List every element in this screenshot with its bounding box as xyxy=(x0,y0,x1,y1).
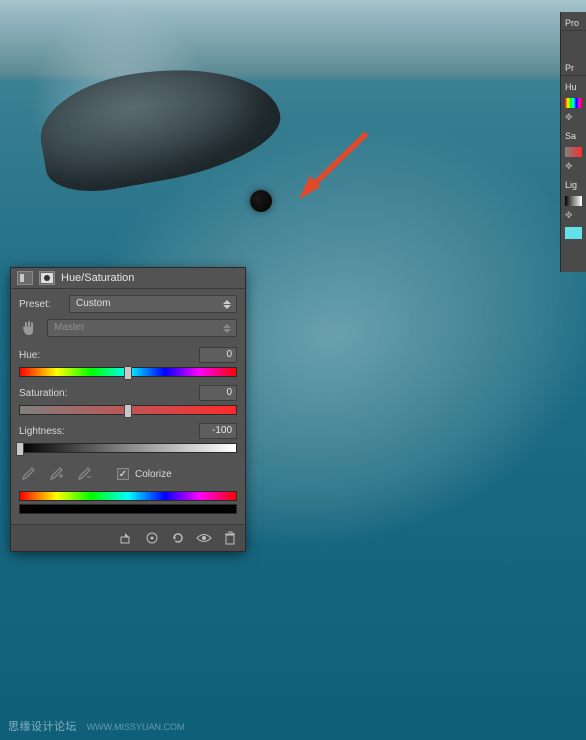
sat-mini-slider[interactable] xyxy=(565,147,582,157)
targeted-adjustment-icon[interactable]: ✥ xyxy=(561,159,586,174)
hue-mini-label: Hu xyxy=(561,76,586,94)
panel-title: Hue/Saturation xyxy=(61,272,134,284)
trash-icon[interactable] xyxy=(221,529,239,547)
shark-eye xyxy=(250,190,272,212)
panel-tab[interactable]: Pro xyxy=(561,12,586,31)
channel-value: Master xyxy=(54,322,85,333)
watermark-url: WWW.MISSYUAN.COM xyxy=(87,722,185,732)
annotation-arrow-icon xyxy=(290,120,380,210)
lightness-label: Lightness: xyxy=(19,426,65,437)
saturation-input[interactable]: 0 xyxy=(199,385,237,401)
eyedropper-minus-icon[interactable] xyxy=(75,465,93,483)
preset-row: Preset: Custom xyxy=(19,295,237,313)
visibility-icon[interactable] xyxy=(195,529,213,547)
hue-label: Hue: xyxy=(19,350,40,361)
preset-value: Custom xyxy=(76,298,110,309)
adjustment-layer-icon xyxy=(17,271,33,285)
colorize-checkbox[interactable]: ✓ xyxy=(117,468,129,480)
color-ramps xyxy=(19,491,237,514)
saturation-label: Saturation: xyxy=(19,388,67,399)
view-previous-state-icon[interactable] xyxy=(143,529,161,547)
lightness-row: Lightness: -100 xyxy=(19,423,237,453)
eyedropper-icon[interactable] xyxy=(19,465,37,483)
slider-thumb[interactable] xyxy=(16,442,24,456)
panel-header[interactable]: Hue/Saturation xyxy=(11,268,245,289)
preset-select[interactable]: Custom xyxy=(69,295,237,313)
targeted-adjustment-icon[interactable]: ✥ xyxy=(561,110,586,125)
watermark-text: 思缘设计论坛 xyxy=(8,721,77,733)
panel-body: Preset: Custom Master xyxy=(11,289,245,524)
hue-mini-slider[interactable] xyxy=(565,98,582,108)
channel-select[interactable]: Master xyxy=(47,319,237,337)
slider-thumb[interactable] xyxy=(124,366,132,380)
preset-label: Preset: xyxy=(19,299,63,310)
slider-thumb[interactable] xyxy=(124,404,132,418)
sat-mini-label: Sa xyxy=(561,125,586,143)
properties-panel-cropped: Pro Pr Hu ✥ Sa ✥ Lig ✥ xyxy=(560,12,586,272)
input-spectrum xyxy=(19,491,237,501)
colorize-label: Colorize xyxy=(135,469,172,480)
channel-row: Master xyxy=(19,319,237,337)
light-mini-slider[interactable] xyxy=(565,196,582,206)
hue-saturation-panel: Hue/Saturation Preset: Custom Master xyxy=(10,267,246,552)
panel-section: Pr xyxy=(561,57,586,76)
eyedropper-plus-icon[interactable] xyxy=(47,465,65,483)
hue-slider[interactable] xyxy=(19,367,237,377)
chevron-updown-icon xyxy=(222,298,232,310)
layer-mask-icon xyxy=(39,271,55,285)
saturation-slider[interactable] xyxy=(19,405,237,415)
targeted-adjustment-icon[interactable] xyxy=(19,319,37,337)
color-preview xyxy=(565,227,582,239)
reset-icon[interactable] xyxy=(169,529,187,547)
eyedropper-row: ✓ Colorize xyxy=(19,465,237,483)
light-mini-label: Lig xyxy=(561,174,586,192)
clip-to-layer-icon[interactable] xyxy=(117,529,135,547)
colorize-checkbox-row: ✓ Colorize xyxy=(117,468,172,480)
output-spectrum xyxy=(19,504,237,514)
lightness-slider[interactable] xyxy=(19,443,237,453)
hue-input[interactable]: 0 xyxy=(199,347,237,363)
hue-row: Hue: 0 xyxy=(19,347,237,377)
watermark: 思缘设计论坛 WWW.MISSYUAN.COM xyxy=(8,718,185,734)
lightness-input[interactable]: -100 xyxy=(199,423,237,439)
targeted-adjustment-icon[interactable]: ✥ xyxy=(561,208,586,223)
saturation-row: Saturation: 0 xyxy=(19,385,237,415)
panel-footer xyxy=(11,524,245,551)
chevron-updown-icon xyxy=(222,322,232,334)
